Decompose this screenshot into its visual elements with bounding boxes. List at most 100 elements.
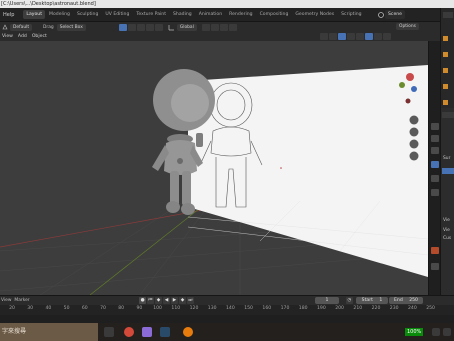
tray-icon[interactable] (432, 328, 440, 336)
pivot-point-button[interactable] (201, 23, 210, 31)
pan-icon[interactable] (409, 127, 419, 137)
select-mode-buttons (118, 23, 164, 31)
scene-selector[interactable]: Scene (377, 10, 406, 19)
tab-layout[interactable]: Layout (23, 10, 46, 19)
timeline-menu-view[interactable]: View (1, 298, 11, 303)
object-tab-icon[interactable] (431, 161, 439, 168)
tab-sculpting[interactable]: Sculpting (74, 10, 101, 19)
camera-view-icon[interactable] (409, 139, 419, 149)
tab-compositing[interactable]: Compositing (257, 10, 292, 19)
current-frame-field[interactable]: 1 (315, 297, 339, 304)
select-new-button[interactable] (118, 23, 127, 31)
drag-label: Drag (43, 24, 54, 30)
tray-icon[interactable] (443, 328, 451, 336)
tab-scripting[interactable]: Scripting (338, 10, 364, 19)
panel-row[interactable]: Vie (443, 218, 450, 223)
output-tab-icon[interactable] (431, 147, 439, 154)
xray-toggle-button[interactable] (347, 33, 355, 40)
drag-select-dropdown[interactable]: Select Box (56, 23, 86, 31)
3d-viewport[interactable] (0, 41, 428, 295)
panel-row[interactable]: Sur (443, 156, 450, 161)
ruler-tick-label: 40 (45, 306, 52, 311)
end-frame-field[interactable]: End 250 (389, 297, 423, 304)
taskbar-search-box[interactable]: 字來搜尋 (0, 323, 98, 341)
preview-range-icon[interactable]: ◷ (346, 297, 353, 304)
orientation-dropdown[interactable]: Default (10, 23, 33, 31)
snap-toggle-button[interactable] (210, 23, 219, 31)
jump-start-icon[interactable]: ⏮ (147, 297, 154, 304)
material-tab-icon[interactable] (431, 189, 439, 196)
task-view-icon[interactable] (104, 327, 114, 337)
next-keyframe-icon[interactable]: ◆ (179, 297, 186, 304)
menu-view[interactable]: View (2, 34, 13, 39)
tab-rendering[interactable]: Rendering (226, 10, 255, 19)
scene-icon (378, 11, 384, 18)
select-subtract-button[interactable] (136, 23, 145, 31)
menu-object[interactable]: Object (32, 34, 47, 39)
outliner-panel[interactable] (440, 8, 454, 108)
transform-orientation-dropdown[interactable]: Global (176, 23, 197, 31)
zoom-icon[interactable] (409, 115, 419, 125)
ruler-tick-label: 130 (207, 306, 217, 311)
timeline-ruler[interactable]: 20 30 40 50 60 70 80 90 100 110 120 130 140 150 160 170… (0, 305, 454, 315)
properties-search[interactable] (442, 112, 454, 118)
snap-target-button[interactable] (219, 23, 228, 31)
scene-name-field[interactable]: Scene (385, 10, 406, 19)
menu-help[interactable]: Help (0, 12, 17, 18)
menu-add[interactable]: Add (18, 34, 27, 39)
ruler-tick-label: 80 (118, 306, 125, 311)
modifier-tab-icon[interactable] (431, 175, 439, 182)
visibility-toggle-button[interactable] (320, 33, 328, 40)
properties-panel[interactable]: Sur Vie Vie Cus (440, 108, 454, 295)
panel-row[interactable]: Vie (443, 228, 450, 233)
timeline-menu-marker[interactable]: Marker (14, 298, 29, 303)
prev-keyframe-icon[interactable]: ◆ (155, 297, 162, 304)
ruler-tick-label: 20 (9, 306, 15, 311)
proportional-edit-button[interactable] (228, 23, 237, 31)
play-icon[interactable]: ▶ (171, 297, 178, 304)
tab-modeling[interactable]: Modeling (46, 10, 73, 19)
panel-row[interactable]: Cus (443, 236, 451, 241)
outliner-filter-icon[interactable] (443, 12, 453, 18)
gizmo-toggle-button[interactable] (329, 33, 337, 40)
blender-icon[interactable] (183, 327, 193, 337)
material-preview-button[interactable] (374, 33, 382, 40)
options-dropdown[interactable]: Options (396, 23, 419, 30)
tab-texture-paint[interactable]: Texture Paint (133, 10, 169, 19)
ruler-tick-label: 180 (298, 306, 308, 311)
window-title-bar: [C:\Users\...\Desktop\astronaut.blend] (0, 0, 454, 8)
app-icon[interactable] (142, 327, 152, 337)
transform-orientation-icon (2, 24, 8, 30)
render-tab-icon[interactable] (431, 135, 439, 142)
timeline-track-area[interactable] (0, 315, 454, 323)
object-icon (443, 52, 448, 57)
viewport-shading-controls (320, 33, 392, 40)
wireframe-shading-button[interactable] (356, 33, 364, 40)
tool-tab-icon[interactable] (431, 123, 439, 130)
tab-animation[interactable]: Animation (196, 10, 225, 19)
end-value: 250 (409, 298, 418, 303)
play-reverse-icon[interactable]: ◀ (163, 297, 170, 304)
select-intersect-button[interactable] (154, 23, 163, 31)
chrome-icon[interactable] (124, 327, 134, 337)
tab-geometry-nodes[interactable]: Geometry Nodes (292, 10, 337, 19)
solid-shading-button[interactable] (365, 33, 373, 40)
tab-shading[interactable]: Shading (170, 10, 195, 19)
start-frame-field[interactable]: Start 1 (356, 297, 388, 304)
perspective-toggle-icon[interactable] (409, 151, 419, 161)
jump-end-icon[interactable]: ⏭ (187, 297, 194, 304)
ruler-tick-label: 90 (136, 306, 143, 311)
frame-range: Start 1 End 250 (356, 297, 423, 304)
overlay-toggle-button[interactable] (338, 33, 346, 40)
texture-tab-icon[interactable] (431, 247, 439, 254)
select-extend-button[interactable] (127, 23, 136, 31)
ruler-tick-label: 100 (153, 306, 162, 311)
tab-uv-editing[interactable]: UV Editing (102, 10, 132, 19)
rendered-shading-button[interactable] (383, 33, 391, 40)
select-invert-button[interactable] (145, 23, 154, 31)
physics-tab-icon[interactable] (431, 263, 439, 270)
reference-image-plane[interactable] (188, 65, 428, 277)
selected-slot[interactable] (442, 168, 454, 174)
steam-icon[interactable] (160, 327, 170, 337)
record-keyframe-icon[interactable]: ● (139, 297, 146, 304)
